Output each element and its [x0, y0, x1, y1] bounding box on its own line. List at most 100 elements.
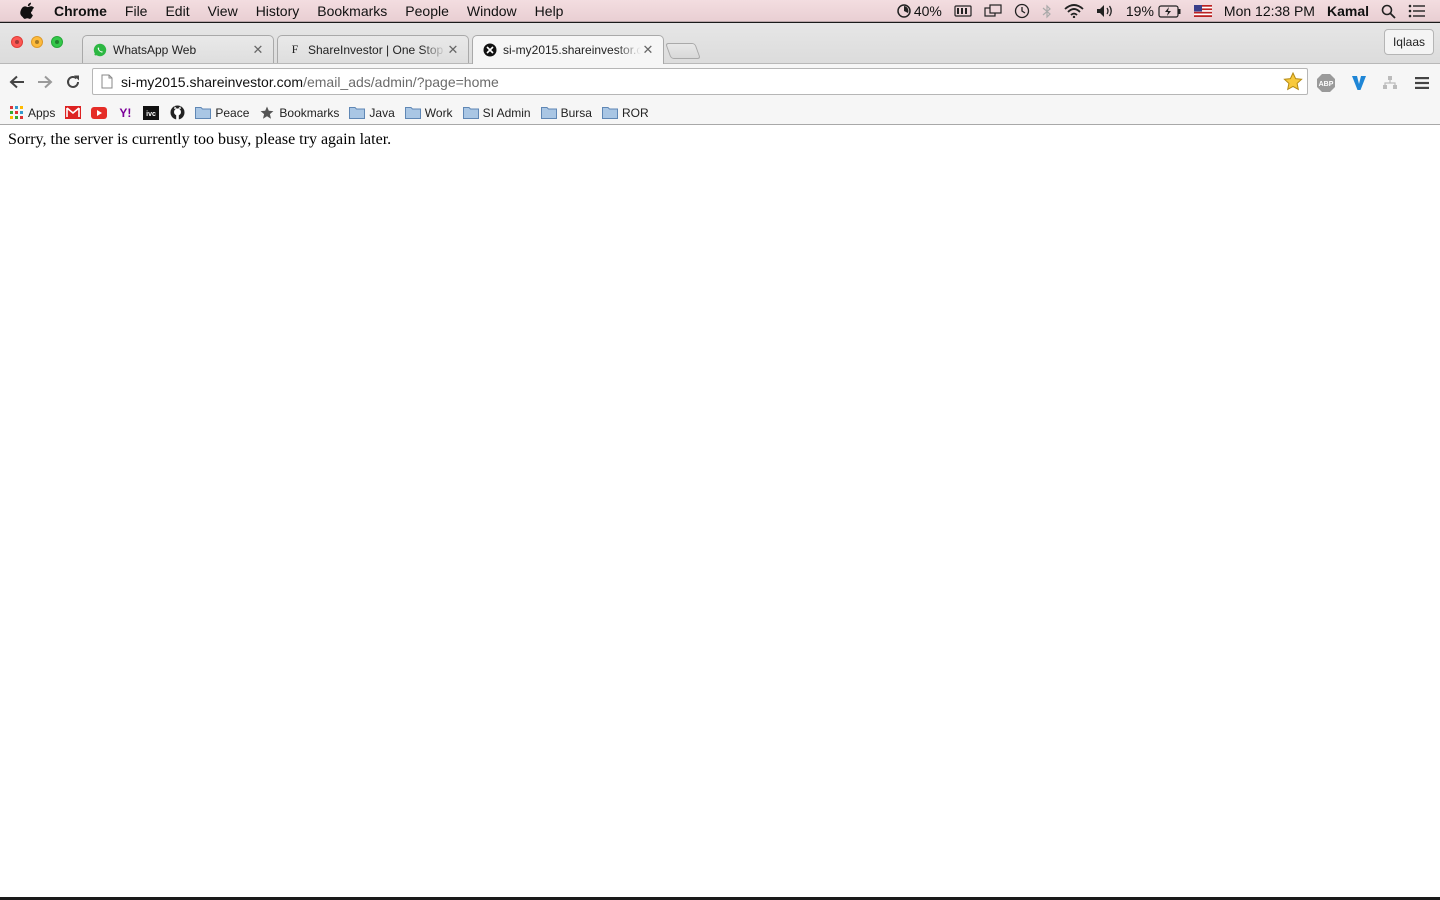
folder-icon	[195, 106, 212, 120]
tab-title: si-my2015.shareinvestor.com	[503, 43, 641, 57]
battery-percent: 19%	[1125, 3, 1154, 19]
f-letter-icon: F	[291, 42, 299, 56]
menu-bar-status-area: 40% 19% Mon 12:38 PM Kamal	[891, 0, 1440, 22]
memory-icon[interactable]	[948, 5, 978, 17]
menu-edit[interactable]: Edit	[156, 3, 198, 19]
bookmark-folder-si-admin[interactable]: SI Admin	[462, 105, 531, 120]
display-mirror-icon[interactable]	[978, 4, 1008, 18]
bookmark-youtube[interactable]	[91, 106, 108, 120]
menu-app-name[interactable]: Chrome	[54, 3, 116, 19]
tab-close-icon[interactable]: ✕	[251, 42, 265, 58]
cpu-gauge-icon	[897, 4, 911, 18]
bookmark-label: Bookmarks	[279, 105, 340, 120]
bookmark-folder-peace[interactable]: Peace	[195, 106, 249, 120]
clock[interactable]: Mon 12:38 PM	[1218, 3, 1321, 19]
bookmark-folder-ror[interactable]: ROR	[601, 106, 649, 120]
bookmark-label: Apps	[28, 105, 56, 120]
tab-shareinvestor[interactable]: F ShareInvestor | One Stop Stock Portal …	[277, 35, 469, 63]
bookmark-label: Peace	[215, 105, 250, 120]
window-zoom-button[interactable]	[51, 36, 63, 48]
svg-text:ivc: ivc	[146, 111, 156, 118]
tab-whatsapp[interactable]: WhatsApp Web ✕	[82, 35, 274, 63]
star-icon	[259, 106, 275, 120]
window-controls	[11, 36, 63, 48]
bookmark-ivc[interactable]: ivc	[143, 105, 160, 120]
bluetooth-icon[interactable]	[1036, 4, 1058, 19]
reload-icon	[67, 75, 79, 88]
server-busy-message: Sorry, the server is currently too busy,…	[8, 131, 392, 148]
gmail-icon	[65, 106, 82, 120]
bookmark-bookmarks[interactable]: Bookmarks	[259, 106, 339, 120]
chrome-menu-icon[interactable]	[1412, 73, 1432, 93]
user-name[interactable]: Kamal	[1321, 3, 1375, 19]
menu-file[interactable]: File	[116, 3, 157, 19]
folder-icon	[462, 106, 479, 120]
bookmark-folder-java[interactable]: Java	[349, 105, 395, 120]
bookmark-label: SI Admin	[482, 105, 531, 120]
menu-people[interactable]: People	[396, 3, 458, 19]
extension-network-icon[interactable]	[1380, 73, 1400, 93]
cpu-percent: 40%	[913, 3, 942, 19]
tab-close-icon[interactable]: ✕	[446, 42, 460, 58]
chrome-window: WhatsApp Web ✕ F ShareInvestor | One Sto…	[0, 23, 1440, 897]
cpu-meter[interactable]: 40%	[891, 3, 948, 19]
whatsapp-icon	[93, 43, 107, 57]
bookmark-label: Bursa	[560, 105, 592, 120]
bookmark-label: Java	[369, 105, 395, 120]
macos-menu-bar: Chrome File Edit View History Bookmarks …	[0, 0, 1440, 22]
back-arrow-icon	[9, 75, 24, 89]
folder-icon	[540, 106, 557, 120]
shareinvestor-icon	[483, 43, 497, 57]
wifi-icon[interactable]	[1058, 4, 1090, 18]
back-button[interactable]	[8, 73, 26, 91]
bookmark-folder-work[interactable]: Work	[404, 105, 453, 120]
ivc-icon: ivc	[143, 105, 160, 120]
bookmark-folder-bursa[interactable]: Bursa	[540, 105, 592, 120]
bookmark-star-icon[interactable]	[1283, 71, 1303, 94]
battery-status[interactable]: 19%	[1120, 3, 1188, 19]
url-host: si-my2015.shareinvestor.com	[121, 73, 304, 90]
battery-charging-icon	[1158, 4, 1181, 18]
window-minimize-button[interactable]	[31, 36, 43, 48]
tab-title: ShareInvestor | One Stop Stock Portal	[308, 42, 446, 57]
menu-window[interactable]: Window	[458, 3, 526, 19]
tab-title: WhatsApp Web	[113, 42, 197, 57]
reload-button[interactable]	[64, 73, 82, 91]
address-bar[interactable]: si-my2015.shareinvestor.com/email_ads/ad…	[92, 68, 1308, 95]
bookmark-apps[interactable]: Apps	[8, 106, 55, 120]
window-close-button[interactable]	[11, 36, 23, 48]
apps-grid-icon	[8, 106, 24, 120]
time-machine-icon[interactable]	[1008, 3, 1036, 19]
profile-button[interactable]: Iqlaas	[1383, 29, 1434, 55]
tab-close-icon[interactable]: ✕	[641, 42, 655, 58]
menu-view[interactable]: View	[199, 3, 247, 19]
apple-menu-icon[interactable]	[0, 2, 54, 19]
yahoo-icon: Y!	[119, 105, 132, 120]
folder-icon	[349, 106, 366, 120]
menu-bookmarks[interactable]: Bookmarks	[308, 3, 396, 19]
bookmark-github[interactable]	[169, 105, 185, 120]
vimium-extension-icon[interactable]	[1349, 73, 1369, 93]
page-icon	[101, 74, 113, 89]
page-content: Sorry, the server is currently too busy,…	[0, 125, 1440, 895]
bookmark-yahoo[interactable]: Y!	[117, 106, 133, 120]
bookmark-gmail[interactable]	[65, 106, 82, 120]
adblock-plus-icon[interactable]: ABP	[1316, 73, 1336, 93]
menu-history[interactable]: History	[247, 3, 309, 19]
bookmarks-bar: Apps Y! ivc Peace Bookmarks Java Work SI…	[0, 101, 1440, 125]
spotlight-search-icon[interactable]	[1375, 4, 1402, 19]
new-tab-button[interactable]	[665, 43, 701, 59]
url-path: /email_ads/admin/?page=home	[303, 73, 499, 90]
tab-si-my2015[interactable]: si-my2015.shareinvestor.com ✕	[472, 35, 664, 64]
bookmark-label: Work	[424, 105, 453, 120]
github-icon	[169, 105, 185, 120]
folder-icon	[404, 106, 421, 120]
svg-text:ABP: ABP	[1319, 81, 1334, 88]
input-source-flag-icon[interactable]	[1188, 5, 1218, 17]
menu-help[interactable]: Help	[526, 3, 573, 19]
forward-button[interactable]	[36, 73, 54, 91]
notification-center-icon[interactable]	[1402, 4, 1440, 18]
volume-icon[interactable]	[1090, 4, 1120, 18]
tab-strip: WhatsApp Web ✕ F ShareInvestor | One Sto…	[0, 23, 1440, 64]
folder-icon	[601, 106, 618, 120]
